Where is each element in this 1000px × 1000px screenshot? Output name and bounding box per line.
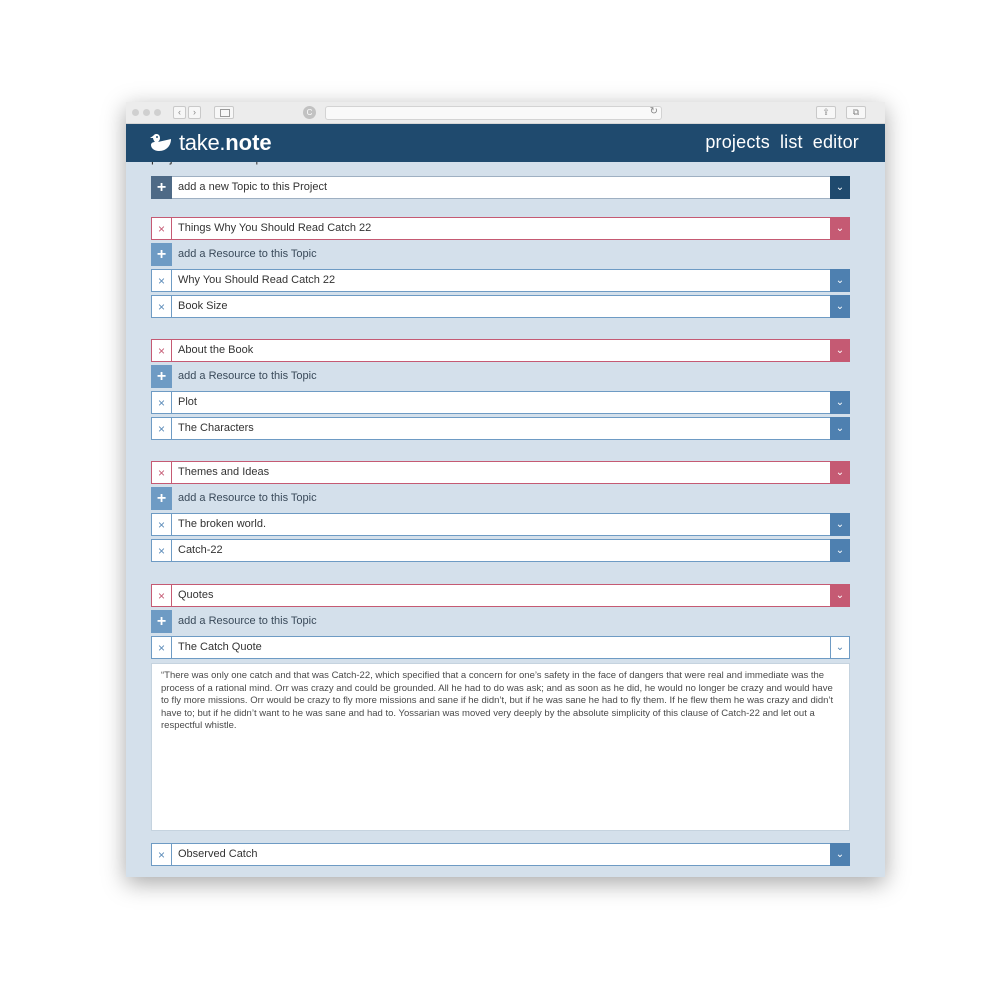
- add-resource-label[interactable]: add a Resource to this Topic: [172, 487, 850, 510]
- topic-toggle-icon[interactable]: ⌄: [830, 339, 850, 362]
- browser-toolbar: ‹ › C ↻ ⇪ ⧉: [126, 102, 885, 124]
- duck-logo-icon: [150, 134, 171, 151]
- topic-title[interactable]: About the Book: [172, 339, 830, 362]
- add-resource-plus-icon[interactable]: +: [151, 610, 172, 633]
- topic-row[interactable]: × About the Book ⌄: [151, 339, 850, 362]
- resource-toggle-icon[interactable]: ⌄: [830, 295, 850, 318]
- resource-toggle-icon[interactable]: ⌄: [830, 269, 850, 292]
- remove-topic-icon[interactable]: ×: [151, 339, 172, 362]
- add-resource-label[interactable]: add a Resource to this Topic: [172, 365, 850, 388]
- resource-title[interactable]: Book Size: [172, 295, 830, 318]
- resource-title[interactable]: Why You Should Read Catch 22: [172, 269, 830, 292]
- close-window-button[interactable]: [132, 109, 139, 116]
- resource-toggle-icon[interactable]: ⌄: [830, 539, 850, 562]
- add-resource-plus-icon[interactable]: +: [151, 365, 172, 388]
- add-topic-toggle-icon[interactable]: ⌄: [830, 176, 850, 199]
- app-header: take. note projects list editor: [126, 124, 885, 162]
- add-resource-plus-icon[interactable]: +: [151, 243, 172, 266]
- resource-title[interactable]: Catch-22: [172, 539, 830, 562]
- remove-resource-icon[interactable]: ×: [151, 295, 172, 318]
- add-topic-label[interactable]: add a new Topic to this Project: [172, 176, 830, 199]
- topic-toggle-icon[interactable]: ⌄: [830, 584, 850, 607]
- reload-icon[interactable]: ↻: [650, 106, 658, 117]
- resource-toggle-icon[interactable]: ⌄: [830, 843, 850, 866]
- resource-title[interactable]: The Catch Quote: [172, 636, 830, 659]
- address-bar[interactable]: ↻: [325, 106, 662, 120]
- zoom-window-button[interactable]: [154, 109, 161, 116]
- remove-resource-icon[interactable]: ×: [151, 513, 172, 536]
- remove-topic-icon[interactable]: ×: [151, 217, 172, 240]
- remove-resource-icon[interactable]: ×: [151, 391, 172, 414]
- share-button[interactable]: ⇪: [816, 106, 836, 119]
- remove-resource-icon[interactable]: ×: [151, 636, 172, 659]
- resource-row[interactable]: × Catch-22 ⌄: [151, 539, 850, 562]
- remove-resource-icon[interactable]: ×: [151, 539, 172, 562]
- remove-topic-icon[interactable]: ×: [151, 461, 172, 484]
- app-logo[interactable]: take. note: [150, 130, 272, 156]
- topic-toggle-icon[interactable]: ⌄: [830, 217, 850, 240]
- resource-toggle-icon[interactable]: ⌄: [830, 636, 850, 659]
- add-resource-row[interactable]: + add a Resource to this Topic: [151, 610, 850, 633]
- add-resource-plus-icon[interactable]: +: [151, 487, 172, 510]
- forward-button[interactable]: ›: [188, 106, 201, 119]
- topic-row[interactable]: × Things Why You Should Read Catch 22 ⌄: [151, 217, 850, 240]
- add-resource-label[interactable]: add a Resource to this Topic: [172, 243, 850, 266]
- nav-editor[interactable]: editor: [813, 132, 859, 153]
- main-nav: projects list editor: [705, 132, 859, 153]
- resource-title[interactable]: Observed Catch: [172, 843, 830, 866]
- resource-row[interactable]: × Plot ⌄: [151, 391, 850, 414]
- sidebar-toggle-button[interactable]: [214, 106, 234, 119]
- resource-note-textarea[interactable]: “There was only one catch and that was C…: [151, 663, 850, 831]
- add-resource-row[interactable]: + add a Resource to this Topic: [151, 365, 850, 388]
- show-tabs-button[interactable]: ⧉: [846, 106, 866, 119]
- logo-text-prefix: take.: [179, 130, 226, 155]
- add-resource-label[interactable]: add a Resource to this Topic: [172, 610, 850, 633]
- resource-row-expanded[interactable]: × The Catch Quote ⌄: [151, 636, 850, 659]
- add-resource-row[interactable]: + add a Resource to this Topic: [151, 243, 850, 266]
- topic-toggle-icon[interactable]: ⌄: [830, 461, 850, 484]
- add-topic-row[interactable]: + add a new Topic to this Project ⌄: [151, 176, 850, 199]
- nav-projects[interactable]: projects: [705, 132, 770, 153]
- minimize-window-button[interactable]: [143, 109, 150, 116]
- resource-row[interactable]: × Observed Catch ⌄: [151, 843, 850, 866]
- window-controls: [132, 109, 161, 116]
- topic-row[interactable]: × Quotes ⌄: [151, 584, 850, 607]
- add-resource-row[interactable]: + add a Resource to this Topic: [151, 487, 850, 510]
- back-button[interactable]: ‹: [173, 106, 186, 119]
- topic-title[interactable]: Things Why You Should Read Catch 22: [172, 217, 830, 240]
- topic-row[interactable]: × Themes and Ideas ⌄: [151, 461, 850, 484]
- resource-title[interactable]: The broken world.: [172, 513, 830, 536]
- resource-title[interactable]: The Characters: [172, 417, 830, 440]
- resource-toggle-icon[interactable]: ⌄: [830, 513, 850, 536]
- resource-row[interactable]: × Why You Should Read Catch 22 ⌄: [151, 269, 850, 292]
- resource-toggle-icon[interactable]: ⌄: [830, 391, 850, 414]
- remove-resource-icon[interactable]: ×: [151, 843, 172, 866]
- remove-topic-icon[interactable]: ×: [151, 584, 172, 607]
- resource-row[interactable]: × The broken world. ⌄: [151, 513, 850, 536]
- browser-window: ‹ › C ↻ ⇪ ⧉ take. note projects list edit…: [126, 102, 885, 877]
- resource-row[interactable]: × The Characters ⌄: [151, 417, 850, 440]
- site-badge-icon[interactable]: C: [303, 106, 316, 119]
- remove-resource-icon[interactable]: ×: [151, 417, 172, 440]
- resource-row[interactable]: × Book Size ⌄: [151, 295, 850, 318]
- resource-title[interactable]: Plot: [172, 391, 830, 414]
- nav-list[interactable]: list: [780, 132, 803, 153]
- logo-text-suffix: note: [225, 130, 272, 155]
- topic-title[interactable]: Themes and Ideas: [172, 461, 830, 484]
- add-topic-plus-icon[interactable]: +: [151, 176, 172, 199]
- remove-resource-icon[interactable]: ×: [151, 269, 172, 292]
- history-nav: ‹ ›: [173, 106, 201, 119]
- resource-toggle-icon[interactable]: ⌄: [830, 417, 850, 440]
- topic-title[interactable]: Quotes: [172, 584, 830, 607]
